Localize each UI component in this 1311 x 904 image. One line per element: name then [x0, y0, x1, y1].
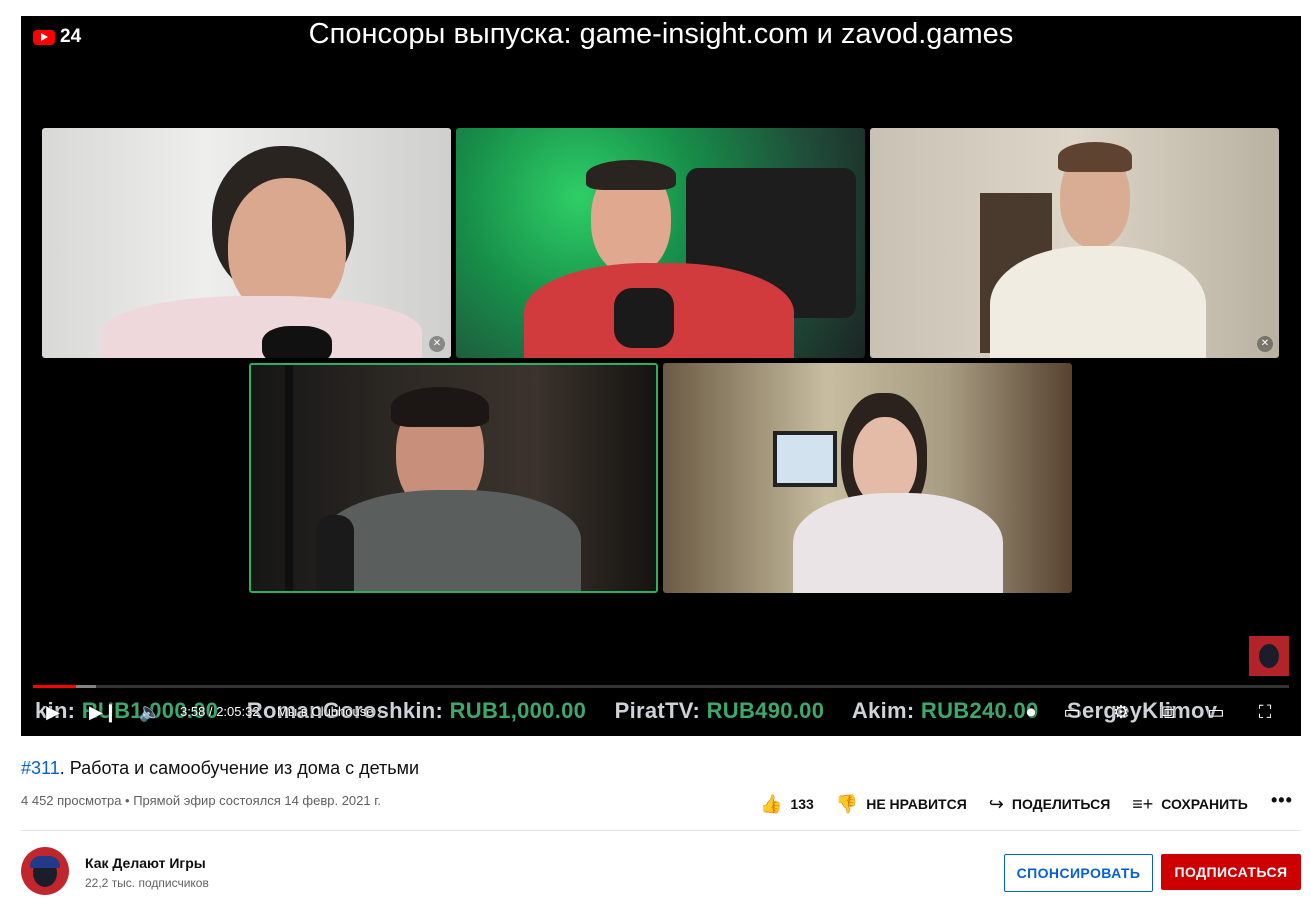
fullscreen-icon: ⛶: [1258, 702, 1272, 722]
subscribe-button[interactable]: ПОДПИСАТЬСЯ: [1161, 854, 1301, 890]
like-icon: 👍: [760, 793, 783, 814]
chapter-title: Мы в Clubhouse: [277, 704, 374, 719]
channel-avatar[interactable]: [21, 847, 69, 895]
share-label: ПОДЕЛИТЬСЯ: [1011, 796, 1111, 812]
next-icon: ▶❙: [89, 702, 118, 722]
participant-tile: ✕: [870, 128, 1279, 358]
save-playlist-icon: ≡+: [1132, 793, 1154, 814]
autoplay-toggle-icon: ⏺: [1026, 702, 1036, 722]
miniplayer-button[interactable]: ⧉: [1154, 698, 1182, 726]
save-label: СОХРАНИТЬ: [1161, 796, 1248, 812]
save-button[interactable]: ≡+ СОХРАНИТЬ: [1132, 794, 1247, 815]
volume-icon: 🔈: [138, 702, 162, 722]
progress-played: [33, 685, 76, 688]
next-button[interactable]: ▶❙: [89, 698, 118, 726]
mic-off-icon: ✕: [1257, 336, 1273, 352]
share-button[interactable]: ↪ ПОДЕЛИТЬСЯ: [989, 794, 1111, 815]
theater-button[interactable]: ▭: [1202, 698, 1230, 726]
time-separator: /: [208, 704, 213, 719]
like-button[interactable]: 👍 133: [760, 794, 814, 815]
video-title-text: . Работа и самообучение из дома с детьми: [59, 758, 420, 778]
play-button[interactable]: ▶: [39, 698, 67, 726]
video-title: #311. Работа и самообучение из дома с де…: [21, 758, 419, 779]
dislike-button[interactable]: 👎 НЕ НРАВИТСЯ: [836, 794, 967, 815]
play-icon: ▶: [46, 702, 60, 722]
action-bar: 👍 133 👎 НЕ НРАВИТСЯ ↪ ПОДЕЛИТЬСЯ ≡+ СОХР…: [760, 791, 1270, 817]
chapter-button[interactable]: Мы в Clubhouse ›: [277, 698, 381, 726]
dislike-label: НЕ НРАВИТСЯ: [866, 796, 967, 812]
subscriber-count: 22,2 тыс. подписчиков: [85, 876, 209, 890]
video-player[interactable]: 24 Спонсоры выпуска: game-insight.com и …: [21, 16, 1301, 736]
participant-tile: [456, 128, 865, 358]
sponsor-banner: Спонсоры выпуска: game-insight.com и zav…: [308, 18, 1014, 50]
miniplayer-icon: ⧉: [1161, 702, 1175, 722]
channel-name[interactable]: Как Делают Игры: [85, 855, 206, 871]
autoplay-toggle[interactable]: ⏺: [1014, 698, 1048, 726]
subtitles-icon: ▭: [1063, 702, 1081, 722]
hashtag-link[interactable]: #311: [21, 758, 60, 778]
more-icon: •••: [1271, 790, 1293, 810]
time-display: 3:58 / 2:05:32: [180, 698, 260, 726]
player-controls: ▶ ▶❙ 🔈 3:58 / 2:05:32 Мы в Clubhouse › ⏺…: [21, 698, 1301, 726]
dislike-icon: 👎: [835, 793, 859, 814]
progress-bar[interactable]: [33, 685, 1289, 688]
chevron-right-icon: ›: [377, 704, 382, 719]
settings-button[interactable]: ⚙: [1107, 698, 1135, 726]
divider: [21, 830, 1301, 831]
time-total: 2:05:32: [216, 704, 260, 719]
like-count: 133: [790, 796, 814, 812]
theater-icon: ▭: [1207, 702, 1225, 722]
view-count-and-date: 4 452 просмотра • Прямой эфир состоялся …: [21, 793, 382, 808]
participant-tile-active: [249, 363, 658, 593]
settings-icon: ⚙: [1112, 702, 1130, 722]
participant-tile: [663, 363, 1072, 593]
share-icon: ↪: [988, 793, 1004, 814]
time-current: 3:58: [180, 704, 206, 719]
participant-tile: ✕: [42, 128, 451, 358]
subtitles-button[interactable]: ▭: [1058, 698, 1086, 726]
mic-off-icon: ✕: [429, 336, 445, 352]
fullscreen-button[interactable]: ⛶: [1251, 698, 1279, 726]
channel-watermark-avatar[interactable]: [1249, 636, 1289, 676]
mute-button[interactable]: 🔈: [136, 698, 164, 726]
more-actions-button[interactable]: •••: [1271, 790, 1293, 811]
sponsor-button[interactable]: СПОНСИРОВАТЬ: [1004, 854, 1153, 892]
